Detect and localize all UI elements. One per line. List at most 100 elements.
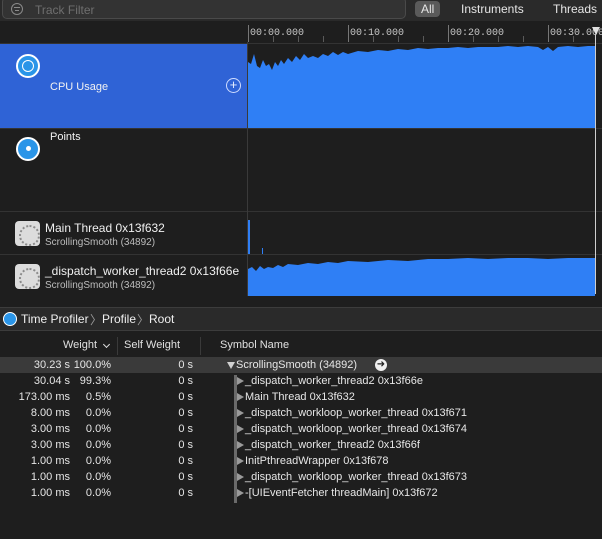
column-self-weight[interactable]: Self Weight (124, 339, 180, 351)
row-symbol-name: _dispatch_workloop_worker_thread 0x13f67… (245, 471, 467, 483)
row-weight: 30.23 s (33, 359, 70, 371)
row-weight-percent: 0.5% (85, 391, 111, 403)
call-tree-row[interactable]: 3.00 ms 0.0% 0 s _dispatch_workloop_work… (0, 421, 602, 437)
points-title: Points (50, 131, 81, 143)
add-track-button[interactable]: + (226, 78, 241, 93)
ruler-minor-tick (498, 36, 499, 42)
disclosure-collapsed-icon[interactable] (237, 441, 244, 449)
row-self-weight: 0 s (178, 439, 193, 451)
ruler-major-tick (248, 25, 249, 42)
cpu-usage-waveform (248, 46, 595, 128)
points-track-header[interactable]: Points (0, 129, 247, 211)
filter-icon (11, 3, 23, 15)
main-thread-activity-bar (248, 220, 250, 254)
scope-all-button[interactable]: All (415, 1, 441, 17)
column-weight[interactable]: Weight (63, 339, 97, 351)
call-tree-row[interactable]: 30.04 s 99.3% 0 s _dispatch_worker_threa… (0, 373, 602, 389)
row-self-weight: 0 s (178, 391, 193, 403)
main-thread-track-header[interactable]: Main Thread 0x13f632 ScrollingSmooth (34… (0, 212, 247, 254)
call-tree-row[interactable]: 3.00 ms 0.0% 0 s _dispatch_worker_thread… (0, 437, 602, 453)
call-tree-row[interactable]: 30.23 s 100.0% 0 s ScrollingSmooth (3489… (0, 357, 602, 373)
column-symbol-name[interactable]: Symbol Name (220, 339, 289, 351)
ruler-tick-label: 00:00.000 (250, 28, 305, 39)
row-self-weight: 0 s (178, 471, 193, 483)
row-self-weight: 0 s (178, 455, 193, 467)
cpu-usage-graph[interactable] (248, 44, 602, 128)
row-weight: 1.00 ms (30, 471, 70, 483)
track-header-divider (247, 42, 248, 296)
main-thread-process: ScrollingSmooth (34892) (45, 237, 156, 248)
column-divider[interactable] (117, 337, 118, 355)
row-symbol-name: _dispatch_worker_thread2 0x13f66e (245, 375, 423, 387)
track-points[interactable]: Points (0, 128, 602, 211)
row-weight-percent: 0.0% (85, 487, 111, 499)
timeline-ruler[interactable]: 00:00.000 00:10.000 00:20.000 00:30.000 (248, 25, 602, 42)
row-weight-percent: 0.0% (85, 407, 111, 419)
track-filter-bar: Track Filter All Instruments Threads (0, 0, 602, 21)
breadcrumb-separator: 〉 (137, 313, 150, 327)
call-tree-row[interactable]: 1.00 ms 0.0% 0 s InitPthreadWrapper 0x13… (0, 453, 602, 469)
row-symbol-name: -[UIEventFetcher threadMain] 0x13f672 (245, 487, 438, 499)
row-weight-percent: 0.0% (85, 471, 111, 483)
disclosure-expanded-icon[interactable] (227, 362, 235, 369)
disclosure-collapsed-icon[interactable] (237, 377, 244, 385)
row-self-weight: 0 s (178, 359, 193, 371)
row-weight: 30.04 s (33, 375, 70, 387)
disclosure-collapsed-icon[interactable] (237, 473, 244, 481)
track-worker-thread[interactable]: _dispatch_worker_thread2 0x13f66e Scroll… (0, 254, 602, 296)
main-thread-graph-svg (248, 220, 263, 254)
breadcrumb-profile[interactable]: Profile (102, 312, 136, 326)
arrow-right-circle-icon[interactable]: ➜ (375, 359, 387, 371)
disclosure-collapsed-icon[interactable] (237, 457, 244, 465)
call-tree-row[interactable]: 1.00 ms 0.0% 0 s _dispatch_workloop_work… (0, 469, 602, 485)
track-filter-input[interactable]: Track Filter (2, 0, 406, 19)
ruler-minor-tick (373, 36, 374, 42)
breadcrumb-root[interactable]: Root (149, 312, 174, 326)
row-weight-percent: 0.0% (85, 455, 111, 467)
worker-thread-graph[interactable] (248, 255, 602, 296)
scope-instruments-button[interactable]: Instruments (455, 1, 530, 17)
playhead-line (595, 34, 596, 294)
row-weight: 8.00 ms (30, 407, 70, 419)
call-tree-row[interactable]: 8.00 ms 0.0% 0 s _dispatch_workloop_work… (0, 405, 602, 421)
worker-thread-track-header[interactable]: _dispatch_worker_thread2 0x13f66e Scroll… (0, 255, 247, 296)
disclosure-collapsed-icon[interactable] (237, 409, 244, 417)
ruler-minor-tick (423, 36, 424, 42)
track-filter-placeholder: Track Filter (35, 3, 95, 17)
call-tree-row[interactable]: 173.00 ms 0.5% 0 s Main Thread 0x13f632 (0, 389, 602, 405)
worker-thread-name: _dispatch_worker_thread2 0x13f66e (45, 264, 240, 278)
worker-thread-graph-svg (248, 258, 595, 296)
row-symbol-name: InitPthreadWrapper 0x13f678 (245, 455, 389, 467)
playhead-handle[interactable] (592, 27, 600, 35)
points-graph[interactable] (248, 129, 602, 211)
breadcrumb-separator: 〉 (90, 313, 103, 327)
ruler-tick-label: 00:20.000 (450, 28, 505, 39)
ruler-minor-tick (398, 36, 399, 42)
column-divider[interactable] (200, 337, 201, 355)
row-weight-percent: 99.3% (79, 375, 111, 387)
worker-thread-waveform (248, 258, 595, 296)
scope-threads-button[interactable]: Threads (547, 1, 602, 17)
track-main-thread[interactable]: Main Thread 0x13f632 ScrollingSmooth (34… (0, 211, 602, 254)
main-thread-name: Main Thread 0x13f632 (45, 221, 165, 235)
cpu-usage-graph-svg (248, 46, 595, 128)
cpu-usage-track-header[interactable]: CPU Usage + (0, 44, 247, 128)
ruler-minor-tick (523, 36, 524, 42)
disclosure-collapsed-icon[interactable] (237, 489, 244, 497)
row-weight: 3.00 ms (30, 439, 70, 451)
call-tree-row[interactable]: 1.00 ms 0.0% 0 s -[UIEventFetcher thread… (0, 485, 602, 501)
disclosure-collapsed-icon[interactable] (237, 393, 244, 401)
main-thread-graph[interactable] (248, 212, 602, 254)
ruler-major-tick (348, 25, 349, 42)
track-cpu-usage[interactable]: CPU Usage + (0, 43, 602, 128)
ruler-minor-tick (298, 36, 299, 42)
disclosure-collapsed-icon[interactable] (237, 425, 244, 433)
row-self-weight: 0 s (178, 423, 193, 435)
row-symbol-name: ScrollingSmooth (34892) (236, 359, 358, 371)
breadcrumb-time-profiler[interactable]: Time Profiler (21, 312, 89, 326)
row-symbol-name: _dispatch_worker_thread2 0x13f66f (245, 439, 420, 451)
ruler-minor-tick (273, 36, 274, 42)
sort-descending-icon[interactable] (102, 340, 111, 349)
row-symbol-name: Main Thread 0x13f632 (245, 391, 355, 403)
points-pin-icon (16, 137, 40, 161)
